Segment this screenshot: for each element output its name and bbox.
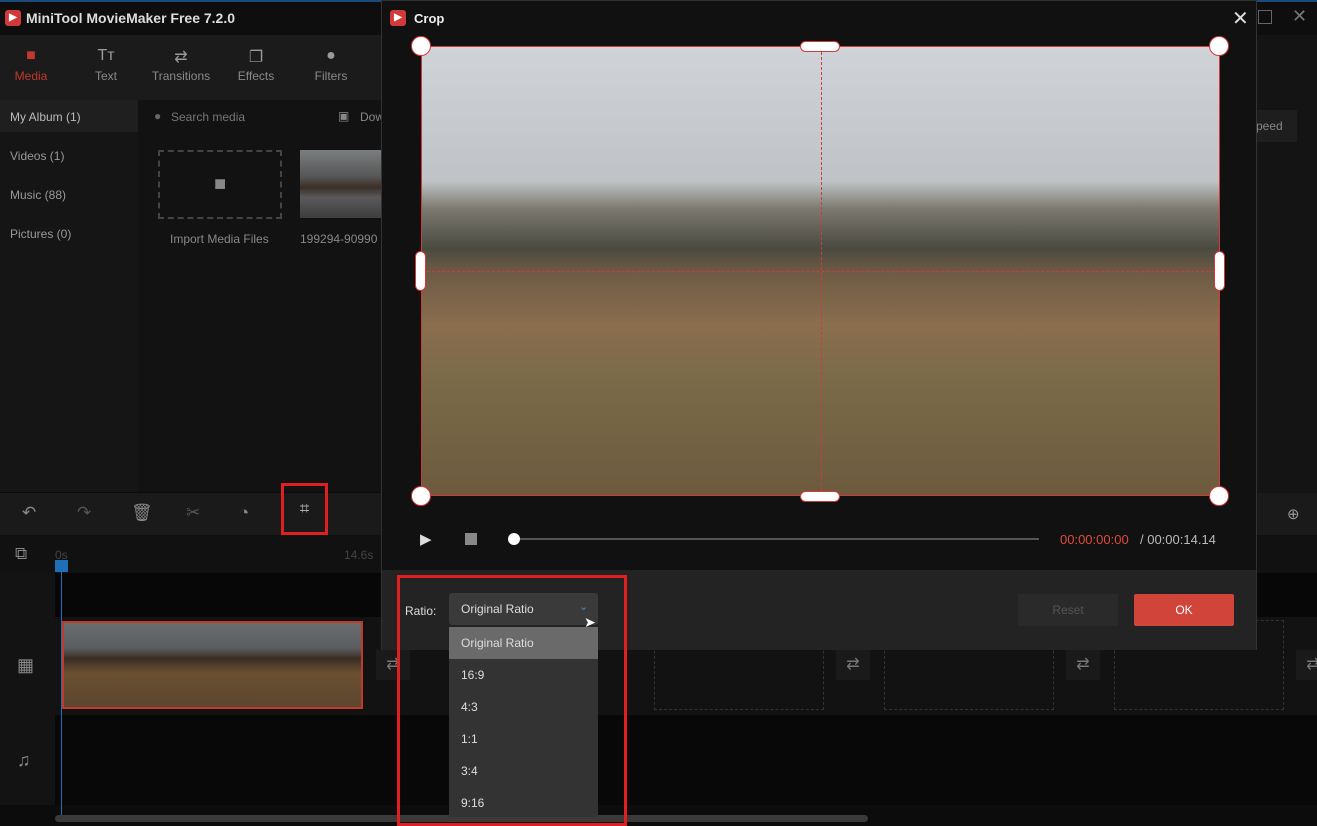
properties-panel: peed (1250, 35, 1317, 493)
audio-track (55, 715, 1317, 805)
split-icon[interactable]: ✂ (186, 503, 200, 523)
tab-label: Filters (314, 69, 348, 83)
sidebar-item-my-album[interactable]: My Album (1) (0, 100, 138, 132)
play-button[interactable]: ▶ (420, 530, 432, 548)
transitions-icon: ⇄ (174, 49, 188, 66)
crop-handle-right[interactable] (1214, 251, 1225, 291)
folder-icon: ■ (26, 47, 36, 64)
tab-label: Text (94, 69, 117, 83)
effects-icon: ❐ (248, 49, 264, 66)
crop-handle-bottom-left[interactable] (411, 486, 431, 506)
transition-slot[interactable]: ⇄ (836, 650, 870, 680)
timeline-video-clip[interactable] (62, 621, 363, 709)
ok-button[interactable]: OK (1134, 594, 1234, 626)
crop-handle-top[interactable] (800, 41, 840, 52)
redo-icon[interactable]: ↷ (77, 503, 91, 523)
close-dialog-button[interactable]: ✕ (1232, 6, 1249, 31)
ruler-end: 14.6s (344, 548, 374, 562)
current-time: 00:00:00:00 (1060, 532, 1129, 547)
seek-thumb[interactable] (508, 533, 520, 545)
tab-effects[interactable]: ❐ Effects (221, 47, 291, 83)
crop-handle-bottom-right[interactable] (1209, 486, 1229, 506)
crop-handle-left[interactable] (415, 251, 426, 291)
tab-media[interactable]: ■ Media (0, 47, 66, 83)
delete-icon[interactable]: 🗑 (131, 503, 153, 523)
tab-label: Transitions (151, 69, 211, 83)
playhead[interactable] (55, 560, 68, 820)
tab-label: Effects (237, 69, 275, 83)
highlight-box (397, 575, 627, 826)
media-panel: ● Search media ▣ Dow ■ Import Media File… (138, 100, 384, 492)
media-clip-name: 199294-90990 (300, 232, 378, 246)
text-icon: Tт (97, 47, 115, 64)
search-icon: ● (154, 109, 162, 123)
crop-button[interactable]: ⌗ (281, 483, 328, 535)
maximize-button[interactable] (1258, 10, 1272, 24)
track-header (0, 573, 55, 617)
zoom-in-icon[interactable]: ⊕ (1287, 505, 1300, 523)
import-media-button[interactable]: ■ (158, 150, 282, 219)
transition-slot[interactable]: ⇄ (1066, 650, 1100, 680)
dialog-logo: ▶ (390, 10, 406, 26)
album-sidebar: My Album (1) Videos (1) Music (88) Pictu… (0, 100, 138, 492)
folder-icon: ■ (213, 173, 227, 195)
filters-icon: ● (326, 47, 336, 64)
dialog-title: Crop (414, 11, 445, 26)
video-track-header: ▦ (0, 617, 55, 715)
app-title: MiniTool MovieMaker Free 7.2.0 (26, 10, 236, 26)
transition-slot[interactable]: ⇄ (1296, 650, 1317, 680)
playhead-handle[interactable] (55, 560, 68, 572)
crop-icon: ⌗ (299, 499, 310, 518)
crop-handle-bottom[interactable] (800, 491, 840, 502)
add-track-icon[interactable]: ⧉ (15, 544, 27, 564)
speed-icon[interactable]: ◔ (239, 503, 249, 523)
film-icon: ▦ (17, 655, 35, 675)
sidebar-item-pictures[interactable]: Pictures (0) (0, 217, 138, 249)
crop-handle-top-right[interactable] (1209, 36, 1229, 56)
crop-guide-horizontal (422, 271, 1219, 272)
total-time: / 00:00:14.14 (1140, 532, 1216, 547)
tab-label: Media (14, 69, 48, 83)
sidebar-item-music[interactable]: Music (88) (0, 178, 138, 210)
sidebar-item-videos[interactable]: Videos (1) (0, 139, 138, 171)
stop-button[interactable] (465, 533, 477, 545)
audio-track-header: ♫ (0, 715, 55, 805)
media-clip-thumbnail[interactable] (300, 150, 381, 218)
speed-tab[interactable]: peed (1250, 110, 1297, 142)
tab-transitions[interactable]: ⇄ Transitions (146, 47, 216, 83)
seek-bar[interactable] (508, 533, 1039, 545)
tab-filters[interactable]: ● Filters (296, 47, 366, 83)
undo-icon[interactable]: ↶ (22, 503, 36, 523)
music-icon: ♫ (17, 750, 31, 770)
app-logo: ▶ (5, 10, 21, 26)
import-label: Import Media Files (170, 232, 269, 246)
crop-preview-image (421, 46, 1220, 496)
reset-button[interactable]: Reset (1018, 594, 1118, 626)
crop-dialog: ▶ Crop ✕ ▶ 00:00:00:00 / 00:00:14.14 Rat… (381, 0, 1257, 650)
download-icon[interactable]: ▣ (338, 109, 349, 123)
close-app-button[interactable]: ✕ (1292, 6, 1307, 27)
search-input[interactable]: Search media (171, 110, 245, 124)
tab-text[interactable]: Tт Text (71, 47, 141, 83)
crop-handle-top-left[interactable] (411, 36, 431, 56)
